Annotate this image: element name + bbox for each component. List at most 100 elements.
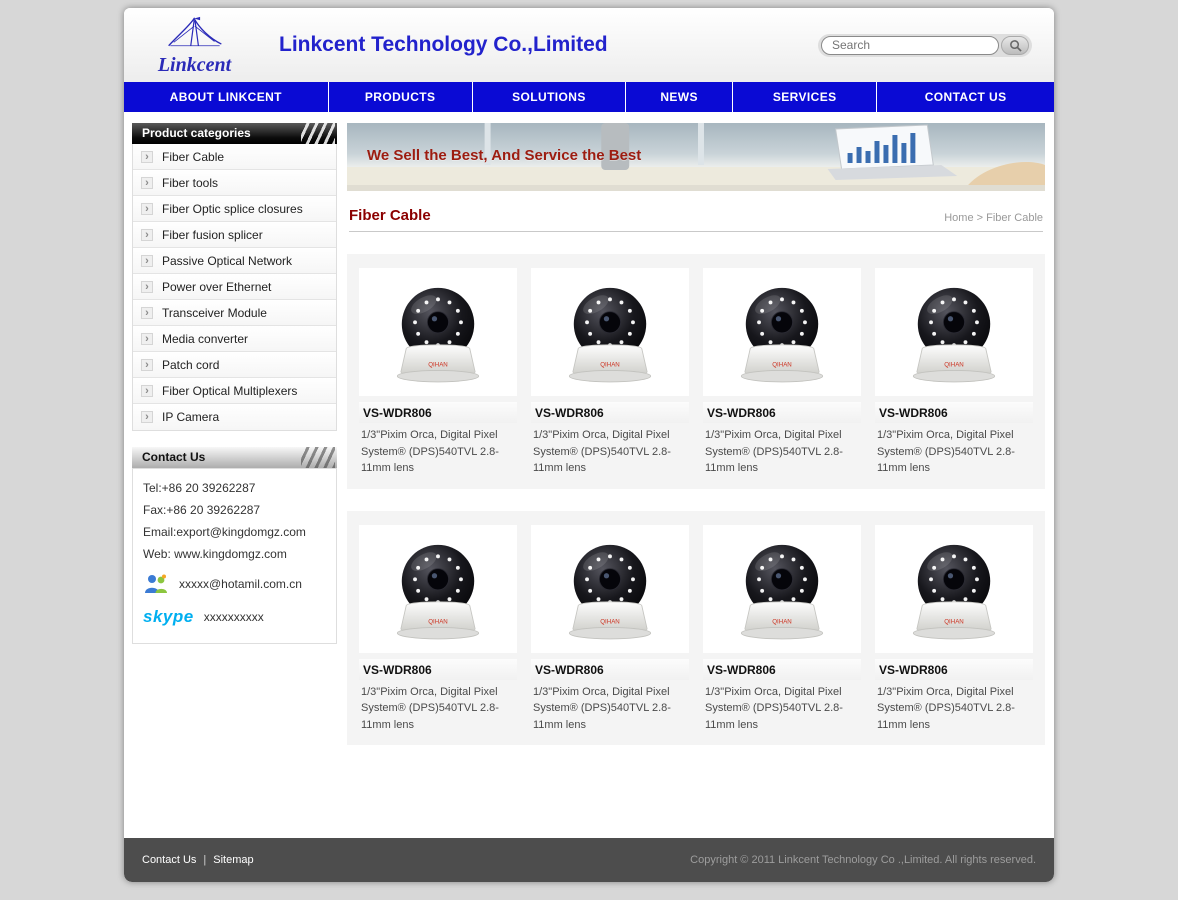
- footer-link-sitemap[interactable]: Sitemap: [213, 854, 253, 866]
- sidebar-category-item[interactable]: › Media converter: [133, 326, 336, 352]
- chevron-right-icon: ›: [141, 359, 153, 371]
- camera-brand-text: QIHAN: [944, 618, 964, 625]
- footer-separator: |: [203, 854, 206, 866]
- nav-item[interactable]: SERVICES: [733, 82, 877, 112]
- product-card[interactable]: QIHAN VS-WDR806 1/3"Pixim Orca, Digital …: [875, 525, 1033, 734]
- title-row: Fiber Cable Home > Fiber Cable: [349, 207, 1043, 232]
- product-name[interactable]: VS-WDR806: [703, 402, 861, 423]
- camera-brand-text: QIHAN: [944, 361, 964, 368]
- product-description: 1/3"Pixim Orca, Digital Pixel System® (D…: [531, 423, 689, 477]
- product-description: 1/3"Pixim Orca, Digital Pixel System® (D…: [875, 680, 1033, 734]
- product-image[interactable]: QIHAN: [359, 268, 517, 396]
- dome-camera-image: QIHAN: [729, 273, 835, 391]
- product-categories-header: Product categories: [132, 123, 337, 144]
- main-nav: ABOUT LINKCENT PRODUCTS SOLUTIONS NEWS S…: [124, 82, 1054, 112]
- sidebar: Product categories › Fiber Cable › Fiber…: [132, 123, 337, 644]
- product-name[interactable]: VS-WDR806: [531, 659, 689, 680]
- nav-item[interactable]: CONTACT US: [877, 82, 1054, 112]
- page-title: Fiber Cable: [349, 207, 431, 224]
- sidebar-category-item[interactable]: › Fiber fusion splicer: [133, 222, 336, 248]
- product-image[interactable]: QIHAN: [875, 268, 1033, 396]
- category-label: Transceiver Module: [162, 306, 267, 320]
- dome-camera-image: QIHAN: [557, 530, 663, 648]
- product-name[interactable]: VS-WDR806: [359, 402, 517, 423]
- product-name[interactable]: VS-WDR806: [359, 659, 517, 680]
- product-card[interactable]: QIHAN VS-WDR806 1/3"Pixim Orca, Digital …: [359, 268, 517, 477]
- product-card[interactable]: QIHAN VS-WDR806 1/3"Pixim Orca, Digital …: [531, 268, 689, 477]
- copyright-text: Copyright © 2011 Linkcent Technology Co …: [690, 854, 1036, 866]
- search-button[interactable]: [1001, 36, 1029, 55]
- product-image[interactable]: QIHAN: [875, 525, 1033, 653]
- banner-slogan: We Sell the Best, And Service the Best: [367, 147, 641, 164]
- product-card[interactable]: QIHAN VS-WDR806 1/3"Pixim Orca, Digital …: [359, 525, 517, 734]
- product-image[interactable]: QIHAN: [703, 268, 861, 396]
- category-label: Fiber fusion splicer: [162, 228, 263, 242]
- product-image[interactable]: QIHAN: [703, 525, 861, 653]
- dome-camera-image: QIHAN: [901, 273, 1007, 391]
- dome-camera-image: QIHAN: [729, 530, 835, 648]
- nav-item[interactable]: PRODUCTS: [329, 82, 473, 112]
- dome-camera-image: QIHAN: [901, 530, 1007, 648]
- product-name[interactable]: VS-WDR806: [875, 659, 1033, 680]
- sidebar-category-item[interactable]: › Transceiver Module: [133, 300, 336, 326]
- page-container: Linkcent Linkcent Technology Co.,Limited…: [124, 8, 1054, 882]
- contact-us-header: Contact Us: [132, 447, 337, 468]
- sidebar-category-item[interactable]: › Power over Ethernet: [133, 274, 336, 300]
- sidebar-category-item[interactable]: › Fiber Optical Multiplexers: [133, 378, 336, 404]
- product-description: 1/3"Pixim Orca, Digital Pixel System® (D…: [703, 680, 861, 734]
- product-name[interactable]: VS-WDR806: [703, 659, 861, 680]
- site-title: Linkcent Technology Co.,Limited: [279, 33, 608, 57]
- chevron-right-icon: ›: [141, 151, 153, 163]
- sidebar-category-item[interactable]: › Fiber tools: [133, 170, 336, 196]
- camera-brand-text: QIHAN: [600, 361, 620, 368]
- product-grid-row-1: QIHAN VS-WDR806 1/3"Pixim Orca, Digital …: [347, 254, 1045, 489]
- camera-brand-text: QIHAN: [428, 361, 448, 368]
- breadcrumb: Home > Fiber Cable: [944, 212, 1043, 224]
- breadcrumb-home[interactable]: Home: [944, 212, 973, 224]
- category-label: Fiber Optic splice closures: [162, 202, 303, 216]
- header: Linkcent Linkcent Technology Co.,Limited: [124, 8, 1054, 82]
- contact-box: Tel:+86 20 39262287 Fax:+86 20 39262287 …: [132, 468, 337, 644]
- sidebar-category-item[interactable]: › IP Camera: [133, 404, 336, 430]
- category-label: Media converter: [162, 332, 248, 346]
- nav-item[interactable]: SOLUTIONS: [473, 82, 626, 112]
- product-description: 1/3"Pixim Orca, Digital Pixel System® (D…: [359, 423, 517, 477]
- main-column: We Sell the Best, And Service the Best F…: [347, 123, 1045, 745]
- product-grid-row-2: QIHAN VS-WDR806 1/3"Pixim Orca, Digital …: [347, 511, 1045, 746]
- chevron-right-icon: ›: [141, 411, 153, 423]
- category-list: › Fiber Cable › Fiber tools › Fiber Opti…: [132, 144, 337, 431]
- contact-line: Fax:+86 20 39262287: [143, 503, 326, 517]
- product-description: 1/3"Pixim Orca, Digital Pixel System® (D…: [875, 423, 1033, 477]
- footer-link-contact-us[interactable]: Contact Us: [142, 854, 196, 866]
- bridge-logo-icon: [164, 16, 226, 50]
- product-name[interactable]: VS-WDR806: [875, 402, 1033, 423]
- product-card[interactable]: QIHAN VS-WDR806 1/3"Pixim Orca, Digital …: [703, 525, 861, 734]
- chevron-right-icon: ›: [141, 203, 153, 215]
- camera-brand-text: QIHAN: [772, 361, 792, 368]
- search-input[interactable]: [821, 36, 999, 55]
- product-card[interactable]: QIHAN VS-WDR806 1/3"Pixim Orca, Digital …: [703, 268, 861, 477]
- product-description: 1/3"Pixim Orca, Digital Pixel System® (D…: [359, 680, 517, 734]
- camera-brand-text: QIHAN: [600, 618, 620, 625]
- product-card[interactable]: QIHAN VS-WDR806 1/3"Pixim Orca, Digital …: [875, 268, 1033, 477]
- chevron-right-icon: ›: [141, 229, 153, 241]
- sidebar-category-item[interactable]: › Fiber Optic splice closures: [133, 196, 336, 222]
- breadcrumb-separator: >: [977, 212, 983, 224]
- logo-text: Linkcent: [132, 55, 257, 75]
- skype-row: skype xxxxxxxxxx: [143, 607, 326, 627]
- sidebar-category-item[interactable]: › Passive Optical Network: [133, 248, 336, 274]
- nav-item[interactable]: NEWS: [626, 82, 733, 112]
- content: Product categories › Fiber Cable › Fiber…: [124, 112, 1054, 838]
- sidebar-category-item[interactable]: › Patch cord: [133, 352, 336, 378]
- product-name[interactable]: VS-WDR806: [531, 402, 689, 423]
- chevron-right-icon: ›: [141, 255, 153, 267]
- category-label: Patch cord: [162, 358, 219, 372]
- product-card[interactable]: QIHAN VS-WDR806 1/3"Pixim Orca, Digital …: [531, 525, 689, 734]
- product-image[interactable]: QIHAN: [531, 525, 689, 653]
- logo[interactable]: Linkcent: [132, 16, 257, 75]
- category-label: Fiber tools: [162, 176, 218, 190]
- sidebar-category-item[interactable]: › Fiber Cable: [133, 144, 336, 170]
- product-image[interactable]: QIHAN: [359, 525, 517, 653]
- nav-item[interactable]: ABOUT LINKCENT: [124, 82, 329, 112]
- product-image[interactable]: QIHAN: [531, 268, 689, 396]
